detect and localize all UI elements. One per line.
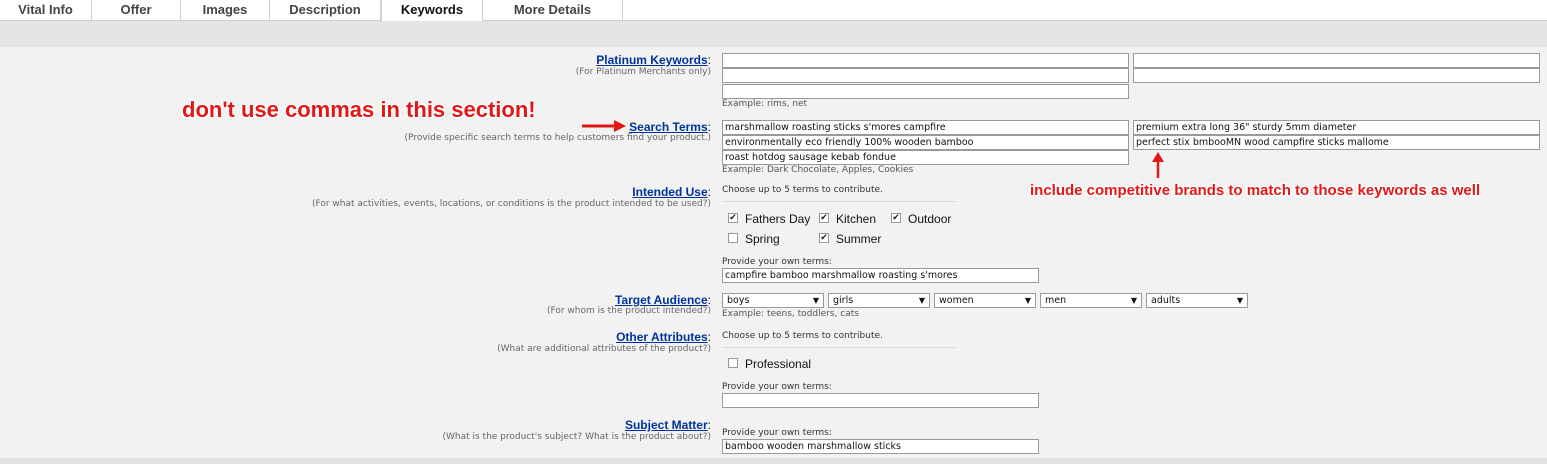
checkbox-label-kitchen: Kitchen <box>836 212 877 226</box>
search-terms-label: Search Terms: <box>629 120 711 134</box>
chevron-down-icon: ▼ <box>918 296 925 305</box>
search-term-field-2[interactable]: premium extra long 36" sturdy 5mm diamet… <box>1133 120 1540 135</box>
tab-vital-info[interactable]: Vital Info <box>0 0 92 21</box>
target-audience-label: Target Audience: <box>615 293 711 307</box>
selected-value: adults <box>1151 295 1181 306</box>
platinum-keywords-link[interactable]: Platinum Keywords <box>596 53 707 67</box>
search-terms-link[interactable]: Search Terms <box>629 120 708 134</box>
platinum-example: Example: rims, net <box>722 99 808 109</box>
platinum-keyword-field-2[interactable] <box>1133 53 1540 68</box>
tab-keywords[interactable]: Keywords <box>381 0 483 22</box>
checkbox-label-outdoor: Outdoor <box>908 212 952 226</box>
checkbox-fathers-day[interactable]: ✔ <box>728 213 738 223</box>
annotation-arrow-up-icon <box>1152 152 1164 178</box>
intended-use-link[interactable]: Intended Use <box>632 185 707 199</box>
checkbox-kitchen[interactable]: ✔ <box>819 213 829 223</box>
tab-bar: Vital Info Offer Images Description Keyw… <box>0 0 1547 22</box>
platinum-keywords-label: Platinum Keywords: <box>596 53 711 67</box>
target-audience-hint: (For whom is the product intended?) <box>546 306 711 316</box>
checkbox-outdoor[interactable]: ✔ <box>891 213 901 223</box>
chevron-down-icon: ▼ <box>1236 296 1243 305</box>
colon: : <box>707 185 711 199</box>
checkbox-label-spring: Spring <box>745 232 780 246</box>
other-attributes-own-terms-input[interactable] <box>722 393 1039 408</box>
header-band <box>0 21 1547 47</box>
search-term-field-4[interactable]: perfect stix bmbooMN wood campfire stick… <box>1133 135 1540 150</box>
chevron-down-icon: ▼ <box>1130 296 1137 305</box>
tab-offer[interactable]: Offer <box>92 0 181 21</box>
search-terms-hint: (Provide specific search terms to help c… <box>404 133 711 143</box>
subject-matter-own-terms-input[interactable]: bamboo wooden marshmallow sticks <box>722 439 1039 454</box>
checkbox-label-summer: Summer <box>836 232 882 246</box>
search-term-field-1[interactable]: marshmallow roasting sticks s'mores camp… <box>722 120 1129 135</box>
intended-use-hint: (For what activities, events, locations,… <box>312 199 711 209</box>
intended-use-own-terms-label: Provide your own terms: <box>722 257 832 267</box>
platinum-keywords-hint: (For Platinum Merchants only) <box>575 67 711 77</box>
colon: : <box>707 330 711 344</box>
intended-use-choose-text: Choose up to 5 terms to contribute. <box>722 185 883 195</box>
colon: : <box>707 418 711 432</box>
other-attributes-own-terms-label: Provide your own terms: <box>722 382 832 392</box>
platinum-keyword-field-1[interactable] <box>722 53 1129 68</box>
bottom-bar <box>0 458 1547 464</box>
other-attributes-label: Other Attributes: <box>616 330 711 344</box>
subject-matter-link[interactable]: Subject Matter <box>625 418 708 432</box>
checkbox-label-professional: Professional <box>745 357 812 371</box>
colon: : <box>707 53 711 67</box>
platinum-keyword-field-4[interactable] <box>1133 68 1540 83</box>
audience-select-4[interactable]: men ▼ <box>1040 293 1142 308</box>
divider <box>722 347 956 348</box>
audience-select-3[interactable]: women ▼ <box>934 293 1036 308</box>
subject-matter-own-terms-label: Provide your own terms: <box>722 428 832 438</box>
tab-description[interactable]: Description <box>270 0 381 21</box>
platinum-keyword-field-5[interactable] <box>722 84 1129 99</box>
search-terms-example: Example: Dark Chocolate, Apples, Cookies <box>722 165 914 175</box>
checkbox-spring[interactable] <box>728 233 738 243</box>
checkbox-label-fathers-day: Fathers Day <box>745 212 811 226</box>
target-audience-example: Example: teens, toddlers, cats <box>722 309 859 319</box>
tab-images[interactable]: Images <box>181 0 270 21</box>
target-audience-link[interactable]: Target Audience <box>615 293 708 307</box>
colon: : <box>707 120 711 134</box>
intended-use-own-terms-input[interactable]: campfire bamboo marshmallow roasting s'm… <box>722 268 1039 283</box>
selected-value: men <box>1045 295 1067 306</box>
platinum-keyword-field-3[interactable] <box>722 68 1129 83</box>
subject-matter-label: Subject Matter: <box>625 418 711 432</box>
search-term-field-3[interactable]: environmentally eco friendly 100% wooden… <box>722 135 1129 150</box>
other-attributes-link[interactable]: Other Attributes <box>616 330 708 344</box>
checkbox-professional[interactable] <box>728 358 738 368</box>
chevron-down-icon: ▼ <box>1024 296 1031 305</box>
selected-value: boys <box>727 295 750 306</box>
checkbox-summer[interactable]: ✔ <box>819 233 829 243</box>
selected-value: women <box>939 295 974 306</box>
search-term-field-5[interactable]: roast hotdog sausage kebab fondue <box>722 150 1129 165</box>
audience-select-5[interactable]: adults ▼ <box>1146 293 1248 308</box>
audience-select-2[interactable]: girls ▼ <box>828 293 930 308</box>
other-attributes-choose-text: Choose up to 5 terms to contribute. <box>722 331 883 341</box>
other-attributes-hint: (What are additional attributes of the p… <box>497 344 711 354</box>
divider <box>722 201 956 202</box>
intended-use-label: Intended Use: <box>632 185 711 199</box>
annotation-no-commas: don't use commas in this section! <box>182 97 536 122</box>
chevron-down-icon: ▼ <box>812 296 819 305</box>
annotation-arrow-right-icon <box>582 120 626 132</box>
subject-matter-hint: (What is the product's subject? What is … <box>442 432 711 442</box>
annotation-competitive-brands: include competitive brands to match to t… <box>1030 182 1481 199</box>
colon: : <box>707 293 711 307</box>
selected-value: girls <box>833 295 854 306</box>
tab-more-details[interactable]: More Details <box>483 0 623 21</box>
audience-select-1[interactable]: boys ▼ <box>722 293 824 308</box>
